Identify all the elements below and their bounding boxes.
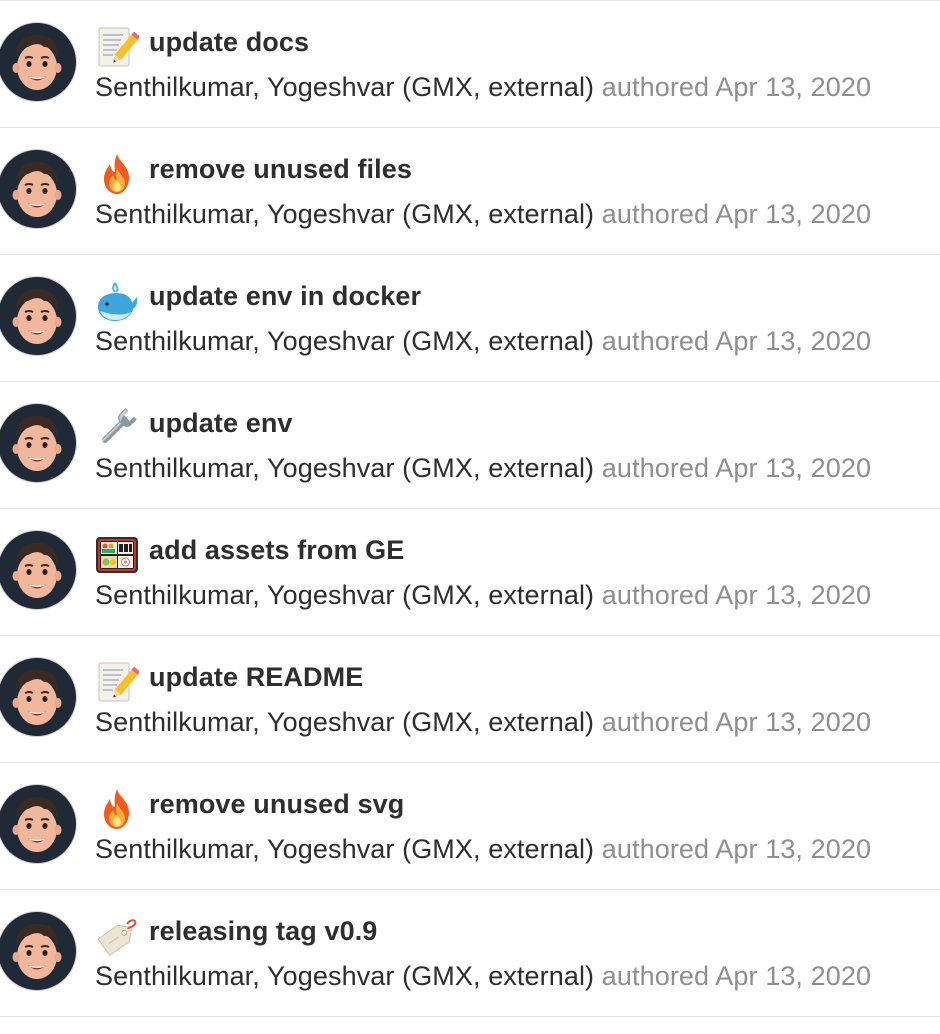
- memoji-avatar-icon: [0, 23, 76, 101]
- commit-meta: Senthilkumar, Yogeshvar (GMX, external) …: [95, 199, 871, 230]
- avatar[interactable]: [0, 531, 76, 609]
- commit-title[interactable]: update README: [149, 662, 363, 693]
- commit-title[interactable]: remove unused svg: [149, 789, 404, 820]
- memoji-avatar-icon: [0, 785, 76, 863]
- memoji-avatar-icon: [0, 277, 76, 355]
- commit-meta: Senthilkumar, Yogeshvar (GMX, external) …: [95, 834, 871, 865]
- commit-date: Apr 13, 2020: [715, 72, 872, 102]
- memoji-avatar-icon: [0, 150, 76, 228]
- label-tag-icon: [95, 914, 139, 958]
- commit-title[interactable]: remove unused files: [149, 154, 412, 185]
- avatar[interactable]: [0, 404, 76, 482]
- authored-label: authored: [601, 834, 710, 864]
- memoji-avatar-icon: [0, 531, 76, 609]
- authored-label: authored: [601, 326, 710, 356]
- memoji-avatar-icon: [0, 404, 76, 482]
- wrench-icon: [95, 406, 139, 450]
- author-name[interactable]: Senthilkumar, Yogeshvar (GMX, external): [95, 199, 594, 229]
- commit-row: update env in docker Senthilkumar, Yoges…: [0, 255, 940, 382]
- author-name[interactable]: Senthilkumar, Yogeshvar (GMX, external): [95, 72, 594, 102]
- commit-row: remove unused files Senthilkumar, Yogesh…: [0, 128, 940, 255]
- commit-title[interactable]: update env: [149, 408, 293, 439]
- fire-icon: [95, 152, 139, 196]
- avatar[interactable]: [0, 150, 76, 228]
- authored-label: authored: [601, 961, 710, 991]
- commit-meta: Senthilkumar, Yogeshvar (GMX, external) …: [95, 580, 871, 611]
- fire-icon: [95, 787, 139, 831]
- author-name[interactable]: Senthilkumar, Yogeshvar (GMX, external): [95, 707, 594, 737]
- bento-icon: [95, 533, 139, 577]
- memo-icon: [95, 25, 139, 69]
- commit-row: add assets from GE Senthilkumar, Yogeshv…: [0, 509, 940, 636]
- avatar[interactable]: [0, 785, 76, 863]
- author-name[interactable]: Senthilkumar, Yogeshvar (GMX, external): [95, 580, 594, 610]
- commit-row: releasing tag v0.9 Senthilkumar, Yogeshv…: [0, 890, 940, 1017]
- commit-list: update docs Senthilkumar, Yogeshvar (GMX…: [0, 0, 940, 1034]
- commit-meta: Senthilkumar, Yogeshvar (GMX, external) …: [95, 326, 871, 357]
- commit-date: Apr 13, 2020: [715, 453, 872, 483]
- whale-icon: [95, 279, 139, 323]
- commit-date: Apr 13, 2020: [715, 326, 872, 356]
- commit-date: Apr 13, 2020: [715, 961, 872, 991]
- authored-label: authored: [601, 453, 710, 483]
- commit-title[interactable]: update docs: [149, 27, 309, 58]
- commit-row: update docs Senthilkumar, Yogeshvar (GMX…: [0, 1, 940, 128]
- authored-label: authored: [601, 72, 710, 102]
- commit-date: Apr 13, 2020: [715, 834, 872, 864]
- author-name[interactable]: Senthilkumar, Yogeshvar (GMX, external): [95, 961, 594, 991]
- commit-title[interactable]: update env in docker: [149, 281, 421, 312]
- commit-meta: Senthilkumar, Yogeshvar (GMX, external) …: [95, 453, 871, 484]
- commit-row: remove unused svg Senthilkumar, Yogeshva…: [0, 763, 940, 890]
- commit-meta: Senthilkumar, Yogeshvar (GMX, external) …: [95, 72, 871, 103]
- commit-meta: Senthilkumar, Yogeshvar (GMX, external) …: [95, 707, 871, 738]
- author-name[interactable]: Senthilkumar, Yogeshvar (GMX, external): [95, 326, 594, 356]
- commit-date: Apr 13, 2020: [715, 707, 872, 737]
- avatar[interactable]: [0, 23, 76, 101]
- commit-meta: Senthilkumar, Yogeshvar (GMX, external) …: [95, 961, 871, 992]
- authored-label: authored: [601, 580, 710, 610]
- avatar[interactable]: [0, 658, 76, 736]
- authored-label: authored: [601, 199, 710, 229]
- memoji-avatar-icon: [0, 912, 76, 990]
- commit-row: update env Senthilkumar, Yogeshvar (GMX,…: [0, 382, 940, 509]
- commit-title[interactable]: add assets from GE: [149, 535, 404, 566]
- author-name[interactable]: Senthilkumar, Yogeshvar (GMX, external): [95, 834, 594, 864]
- commit-date: Apr 13, 2020: [715, 580, 872, 610]
- commit-row: update README Senthilkumar, Yogeshvar (G…: [0, 636, 940, 763]
- commit-date: Apr 13, 2020: [715, 199, 872, 229]
- avatar[interactable]: [0, 912, 76, 990]
- author-name[interactable]: Senthilkumar, Yogeshvar (GMX, external): [95, 453, 594, 483]
- authored-label: authored: [601, 707, 710, 737]
- memo-icon: [95, 660, 139, 704]
- memoji-avatar-icon: [0, 658, 76, 736]
- avatar[interactable]: [0, 277, 76, 355]
- commit-title[interactable]: releasing tag v0.9: [149, 916, 377, 947]
